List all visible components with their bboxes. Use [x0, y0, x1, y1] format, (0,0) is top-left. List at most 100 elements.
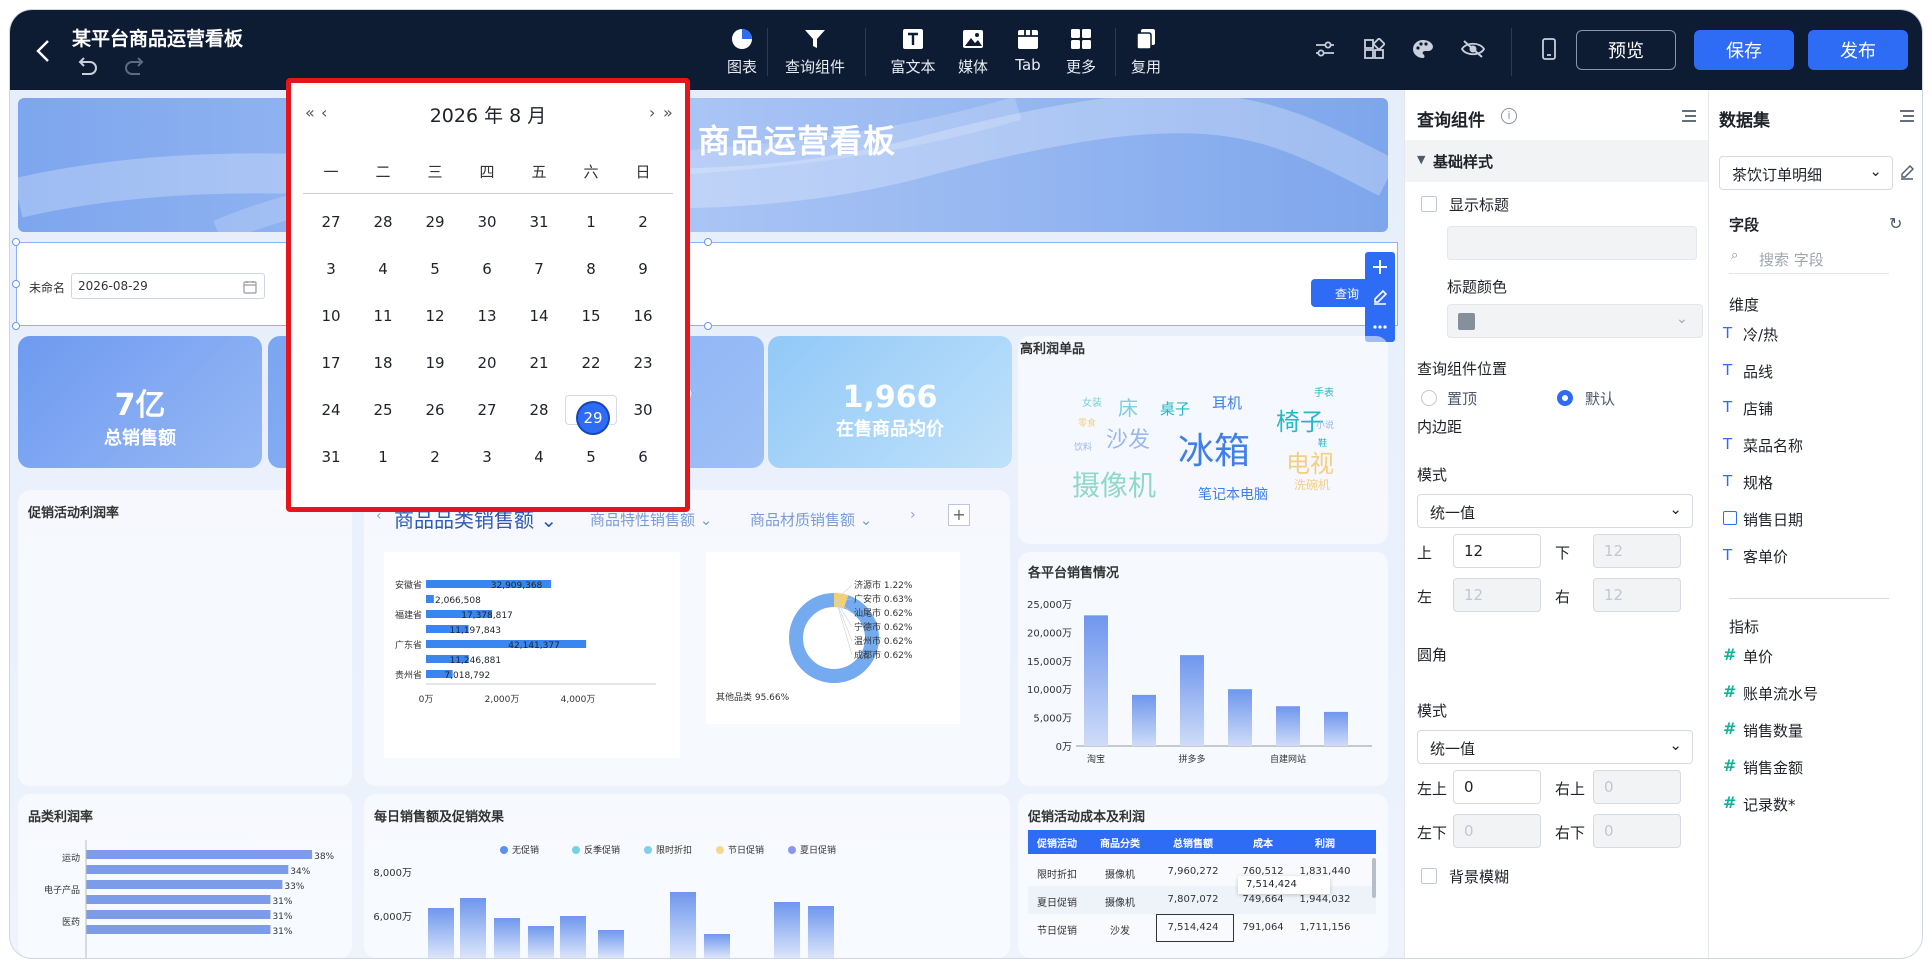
plus-icon[interactable]: [1365, 252, 1395, 282]
kpi-avg-price[interactable]: 1,966 在售商品均价: [768, 336, 1012, 468]
menu-icon[interactable]: [1681, 108, 1697, 127]
calendar-day[interactable]: 14: [513, 301, 565, 331]
calendar-day[interactable]: 30: [461, 207, 513, 237]
calendar-day[interactable]: 6: [461, 254, 513, 284]
tool-query[interactable]: 查询组件: [780, 26, 850, 77]
dimension-field[interactable]: T 品线: [1709, 357, 1922, 387]
calendar-day[interactable]: 12: [409, 301, 461, 331]
palette-icon[interactable]: [1408, 34, 1438, 64]
calendar-day[interactable]: 1: [565, 207, 617, 237]
field-search[interactable]: ⌕ 搜索 字段: [1729, 244, 1889, 274]
save-button[interactable]: 保存: [1694, 30, 1794, 70]
title-input[interactable]: [1447, 226, 1697, 260]
sliders-icon[interactable]: [1310, 34, 1340, 64]
radio-default[interactable]: [1557, 390, 1573, 406]
calendar-day[interactable]: 1: [357, 442, 409, 472]
query-component[interactable]: 未命名 2026-08-29 查询: [16, 242, 1398, 326]
calendar-day[interactable]: 10: [305, 301, 357, 331]
calendar-day[interactable]: 24: [305, 395, 357, 425]
undo-icon[interactable]: [76, 56, 100, 78]
resize-handle[interactable]: [704, 322, 712, 330]
calendar-icon[interactable]: [243, 279, 257, 294]
calendar-day[interactable]: 3: [461, 442, 513, 472]
platform-sales-card[interactable]: 各平台销售情况 25,000万 20,000万 15,000万 10,000万 5,00…: [1018, 552, 1388, 786]
calendar-day[interactable]: 28: [357, 207, 409, 237]
calendar-day[interactable]: 31: [513, 207, 565, 237]
dimension-field[interactable]: 销售日期: [1709, 505, 1922, 535]
calendar-day[interactable]: 29: [565, 395, 617, 433]
calendar-day[interactable]: 26: [409, 395, 461, 425]
radius-bl-input[interactable]: 0: [1453, 814, 1541, 848]
calendar-day[interactable]: 27: [461, 395, 513, 425]
info-icon[interactable]: i: [1501, 108, 1517, 124]
metric-field[interactable]: # 销售数量: [1709, 716, 1922, 746]
dimension-field[interactable]: T 规格: [1709, 468, 1922, 498]
dashboard-title[interactable]: 某平台商品运营看板: [72, 24, 243, 51]
calendar-day[interactable]: 22: [565, 348, 617, 378]
category-profit-card[interactable]: 品类利润率 38% 34% 33% 31% 31% 31% 运动 电子产品 医药: [18, 794, 352, 958]
calendar-day[interactable]: 17: [305, 348, 357, 378]
preview-button[interactable]: 预览: [1576, 30, 1676, 70]
calendar-day[interactable]: 19: [409, 348, 461, 378]
edit-icon[interactable]: [1899, 164, 1915, 184]
padding-top-input[interactable]: 12: [1453, 534, 1541, 568]
kpi-total-sales[interactable]: 7亿 总销售额: [18, 336, 262, 468]
next-year-icon[interactable]: »: [663, 103, 673, 122]
add-tab-button[interactable]: +: [948, 504, 970, 526]
calendar-day[interactable]: 11: [357, 301, 409, 331]
metric-field[interactable]: # 账单流水号: [1709, 679, 1922, 709]
radius-br-input[interactable]: 0: [1593, 814, 1681, 848]
tab-feature[interactable]: 商品特性销售额 ⌄: [590, 509, 712, 530]
padding-mode-select[interactable]: 统一值 ⌄: [1417, 494, 1693, 528]
calendar-day[interactable]: 4: [513, 442, 565, 472]
back-icon[interactable]: [30, 36, 56, 66]
menu-icon[interactable]: [1899, 108, 1915, 127]
dimension-field[interactable]: T 菜品名称: [1709, 431, 1922, 461]
dimension-field[interactable]: T 冷/热: [1709, 320, 1922, 350]
refresh-icon[interactable]: ↻: [1889, 214, 1902, 233]
redo-icon[interactable]: [124, 56, 148, 78]
calendar-day[interactable]: 2: [617, 207, 669, 237]
eye-off-icon[interactable]: [1458, 34, 1488, 64]
calendar-day[interactable]: 31: [305, 442, 357, 472]
publish-button[interactable]: 发布: [1808, 30, 1908, 70]
resize-handle[interactable]: [12, 322, 20, 330]
calendar-day[interactable]: 6: [617, 442, 669, 472]
daily-sales-card[interactable]: 每日销售额及促销效果 无促销 反季促销 限时折扣 节日促销 夏日促销 8,000万 6,00…: [364, 794, 1010, 958]
tab-next-icon[interactable]: ›: [910, 507, 916, 523]
calendar-day[interactable]: 25: [357, 395, 409, 425]
calendar-day[interactable]: 3: [305, 254, 357, 284]
padding-bottom-input[interactable]: 12: [1593, 534, 1681, 568]
calendar-day[interactable]: 18: [357, 348, 409, 378]
radius-mode-select[interactable]: 统一值 ⌄: [1417, 730, 1693, 764]
calendar-day[interactable]: 15: [565, 301, 617, 331]
title-color-picker[interactable]: ⌄: [1447, 304, 1703, 338]
calendar-day[interactable]: 4: [357, 254, 409, 284]
radius-tl-input[interactable]: 0: [1453, 770, 1541, 804]
calendar-day[interactable]: 2: [409, 442, 461, 472]
resize-handle[interactable]: [12, 238, 20, 246]
calendar-day[interactable]: 30: [617, 395, 669, 425]
next-month-icon[interactable]: ›: [649, 103, 655, 122]
tool-more[interactable]: 更多: [1046, 26, 1116, 77]
padding-right-input[interactable]: 12: [1593, 578, 1681, 612]
dimension-field[interactable]: T 店铺: [1709, 394, 1922, 424]
resize-handle[interactable]: [704, 238, 712, 246]
section-header[interactable]: ▼ 基础样式: [1405, 140, 1709, 182]
calendar-day[interactable]: 7: [513, 254, 565, 284]
calendar-day[interactable]: 28: [513, 395, 565, 425]
bg-blur-checkbox[interactable]: [1421, 868, 1437, 884]
promo-profit-card[interactable]: 促销活动利润率: [18, 490, 352, 786]
tab-material[interactable]: 商品材质销售额 ⌄: [750, 509, 872, 530]
resize-handle[interactable]: [12, 280, 20, 288]
calendar-day[interactable]: 9: [617, 254, 669, 284]
show-title-checkbox[interactable]: [1421, 196, 1437, 212]
radio-top[interactable]: [1421, 390, 1437, 406]
tool-reuse[interactable]: 复用: [1111, 26, 1181, 77]
calendar-day[interactable]: 29: [409, 207, 461, 237]
metric-field[interactable]: # 销售金额: [1709, 753, 1922, 783]
radius-tr-input[interactable]: 0: [1593, 770, 1681, 804]
calendar-day[interactable]: 20: [461, 348, 513, 378]
metric-field[interactable]: # 记录数*: [1709, 790, 1922, 820]
dataset-select[interactable]: 茶饮订单明细 ⌄: [1719, 156, 1893, 190]
